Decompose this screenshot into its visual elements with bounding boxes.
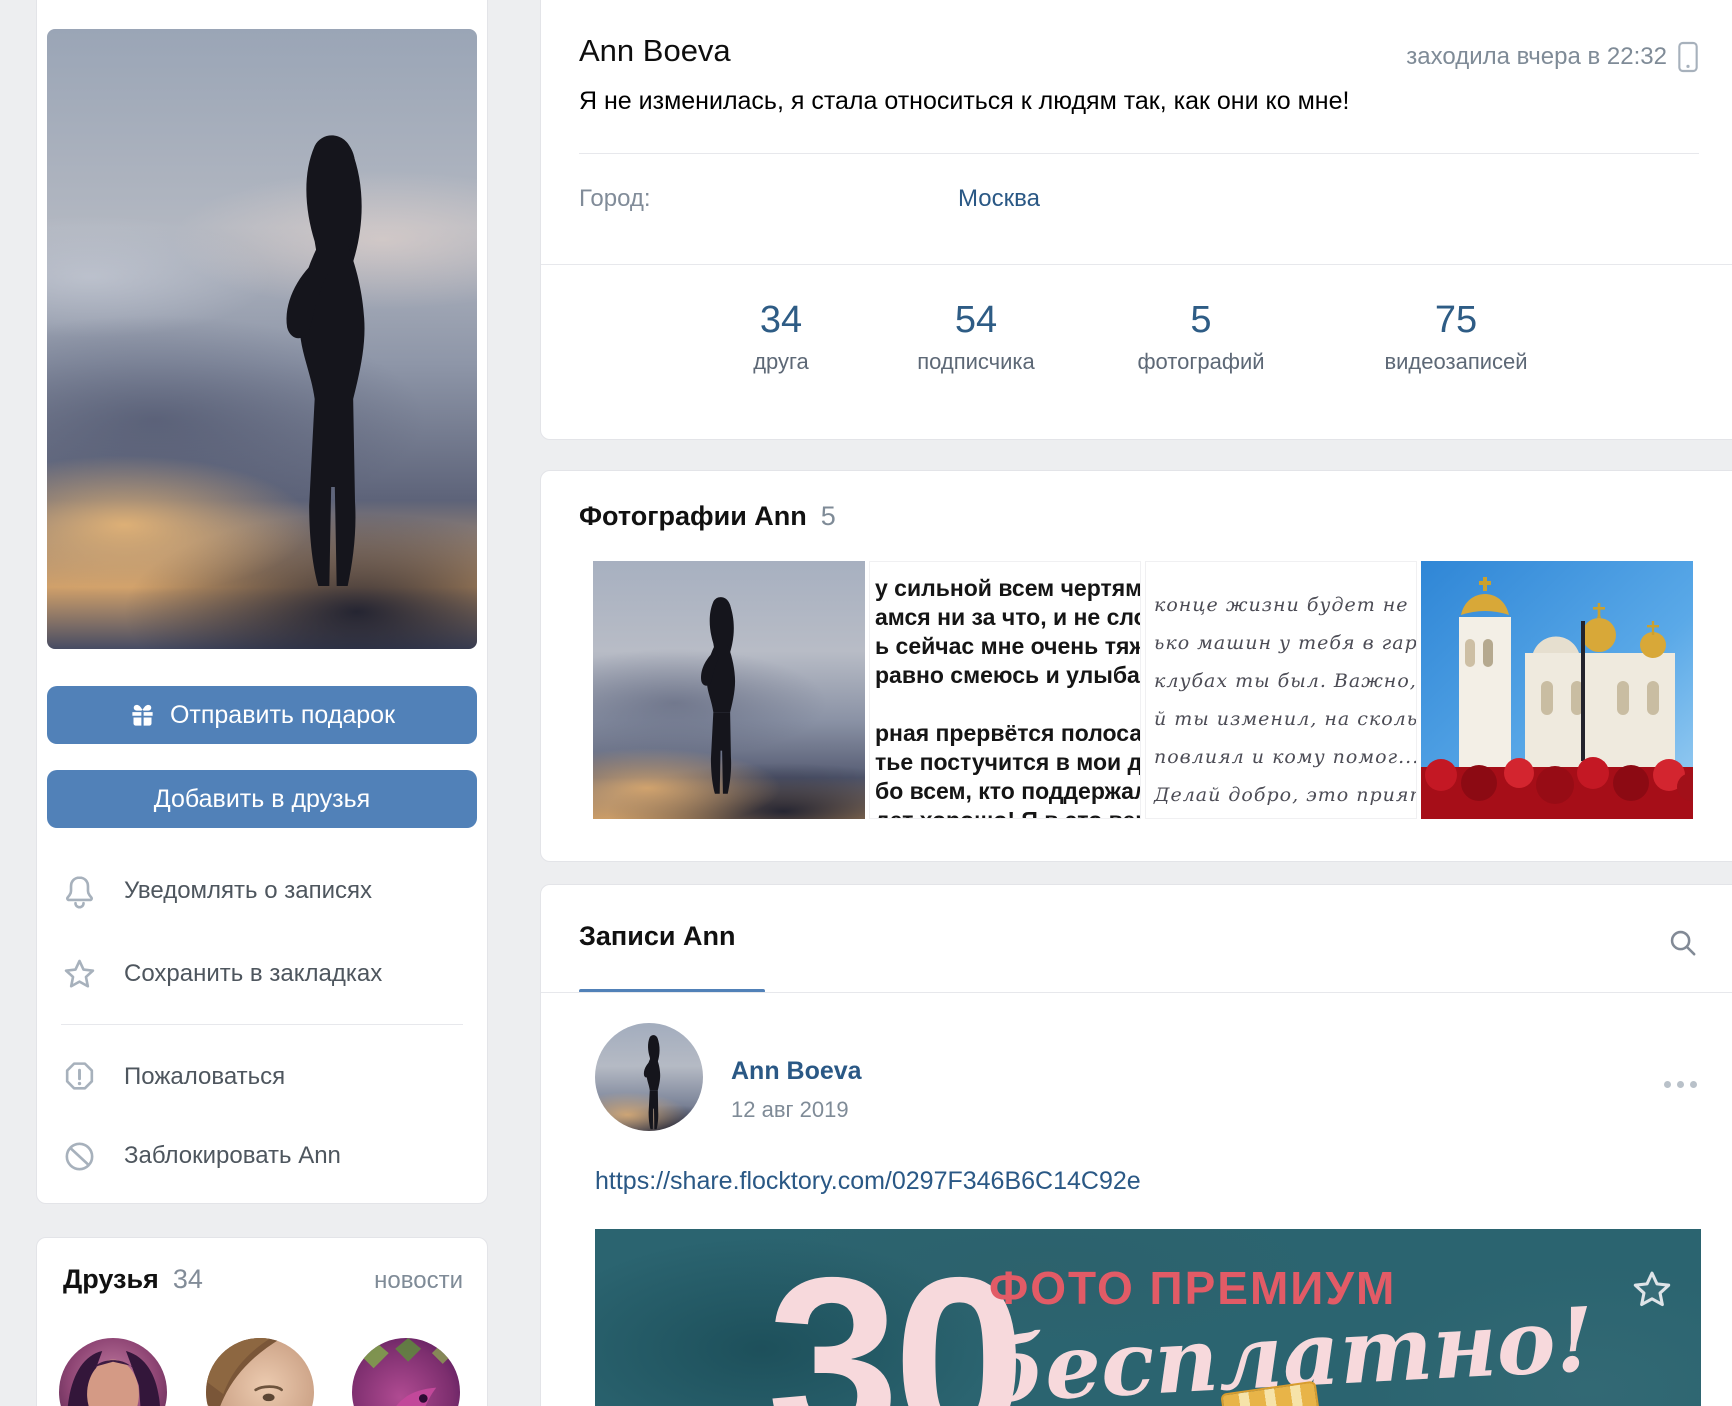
menu-item-report[interactable]: Пожаловаться xyxy=(61,1049,463,1105)
last-seen-text: заходила вчера в 22:32 xyxy=(1406,43,1667,71)
menu-item-bookmark-label: Сохранить в закладках xyxy=(124,960,382,988)
block-icon xyxy=(61,1138,98,1175)
favorite-star-icon[interactable] xyxy=(1629,1267,1675,1313)
photo-thumbnail-silhouette[interactable] xyxy=(593,561,865,819)
post-shared-link[interactable]: https://share.flocktory.com/0297F346B6C1… xyxy=(595,1167,1141,1196)
post-author-avatar[interactable] xyxy=(595,1023,703,1131)
photos-section-card: Фотографии Ann 5 у сильной всем чертям н… xyxy=(540,470,1732,862)
gift-icon xyxy=(129,702,156,729)
mobile-phone-icon xyxy=(1677,41,1699,73)
wall-header: Записи Ann xyxy=(579,921,735,952)
friends-news-link[interactable]: новости xyxy=(374,1267,463,1295)
post-date[interactable]: 12 авг 2019 xyxy=(731,1097,849,1123)
sidebar-divider xyxy=(61,1024,463,1025)
friend-avatar[interactable] xyxy=(352,1338,460,1406)
photo-thumbnail-handwriting[interactable]: конце жизни будет не важ ько машин у теб… xyxy=(1145,561,1417,819)
counter-videos[interactable]: 75 видеозаписей xyxy=(1346,297,1566,375)
quote-line: у сильной всем чертям наз xyxy=(875,574,1140,603)
handwriting-line: й ты изменил, на скольких xyxy=(1154,700,1416,738)
add-friend-button[interactable]: Добавить в друзья xyxy=(47,770,477,828)
wall-section-card: Записи Ann Ann Boeva 12 авг 2019 https:/… xyxy=(540,884,1732,1406)
counter-friends-label: друга xyxy=(671,349,891,375)
counter-photos-value: 5 xyxy=(1091,297,1311,343)
city-label: Город: xyxy=(579,185,651,213)
photos-count: 5 xyxy=(821,501,836,532)
counter-followers-label: подписчика xyxy=(866,349,1086,375)
photo-thumbnail-cathedral[interactable] xyxy=(1421,561,1693,819)
friend-avatar-image xyxy=(352,1338,460,1406)
menu-item-block-label: Заблокировать Ann xyxy=(124,1142,341,1170)
send-gift-label: Отправить подарок xyxy=(170,701,395,730)
quote-line: рная прервётся полоса, xyxy=(875,719,1140,748)
cathedral-image xyxy=(1421,561,1693,819)
friend-avatar[interactable] xyxy=(59,1338,167,1406)
counter-videos-label: видеозаписей xyxy=(1346,349,1566,375)
menu-item-bookmark[interactable]: Сохранить в закладках xyxy=(61,946,463,1002)
divider xyxy=(541,992,1732,993)
handwriting-line: ько машин у тебя в гараже xyxy=(1154,624,1416,662)
counter-videos-value: 75 xyxy=(1346,297,1566,343)
post-author-link[interactable]: Ann Boeva xyxy=(731,1057,862,1086)
woman-silhouette xyxy=(673,575,769,811)
friend-avatar-image xyxy=(206,1338,314,1406)
menu-item-block[interactable]: Заблокировать Ann xyxy=(61,1128,463,1184)
woman-silhouette xyxy=(223,65,443,645)
menu-item-notify[interactable]: Уведомлять о записях xyxy=(61,863,463,919)
photos-title[interactable]: Фотографии Ann xyxy=(579,501,807,532)
quote-line: равно смеюсь и улыбаюсь xyxy=(875,661,1140,690)
counter-followers-value: 54 xyxy=(866,297,1086,343)
handwriting-line: конце жизни будет не важ xyxy=(1154,586,1416,624)
quote-line: бо всем, кто поддержал м xyxy=(875,777,1140,806)
quote-line: ь сейчас мне очень тяжел xyxy=(875,632,1140,661)
woman-silhouette xyxy=(631,1031,677,1131)
star-icon xyxy=(61,956,98,993)
friends-header: Друзья 34 новости xyxy=(63,1264,463,1295)
profile-actions-card: Отправить подарок Добавить в друзья Увед… xyxy=(36,0,488,1204)
last-seen: заходила вчера в 22:32 xyxy=(1406,41,1699,73)
send-gift-button[interactable]: Отправить подарок xyxy=(47,686,477,744)
friends-count: 34 xyxy=(173,1264,203,1295)
counter-photos[interactable]: 5 фотографий xyxy=(1091,297,1311,375)
friends-card: Друзья 34 новости xyxy=(36,1237,488,1406)
friend-avatar[interactable] xyxy=(206,1338,314,1406)
photo-thumbnail-quote-text[interactable]: у сильной всем чертям наз амся ни за что… xyxy=(869,561,1141,819)
post-actions-menu[interactable] xyxy=(1664,1081,1697,1088)
counter-friends-value: 34 xyxy=(671,297,891,343)
menu-item-report-label: Пожаловаться xyxy=(124,1063,285,1091)
search-icon[interactable] xyxy=(1667,927,1699,959)
report-icon xyxy=(61,1059,98,1096)
profile-name: Ann Boeva xyxy=(579,33,731,69)
counter-photos-label: фотографий xyxy=(1091,349,1311,375)
status-text[interactable]: Я не изменилась, я стала относиться к лю… xyxy=(579,87,1349,116)
friends-title[interactable]: Друзья xyxy=(63,1264,159,1295)
handwriting-line: Делай добро, это приятно xyxy=(1154,776,1416,814)
menu-item-notify-label: Уведомлять о записях xyxy=(124,877,372,905)
divider xyxy=(579,153,1699,154)
profile-header-card: Ann Boeva заходила вчера в 22:32 Я не из… xyxy=(540,0,1732,440)
photos-header: Фотографии Ann 5 xyxy=(579,501,836,532)
city-link[interactable]: Москва xyxy=(958,185,1040,213)
divider xyxy=(541,264,1732,265)
add-friend-label: Добавить в друзья xyxy=(154,785,370,814)
quote-line: тье постучится в мои две xyxy=(875,748,1140,777)
post-banner-image[interactable]: 30 ФОТО ПРЕМИУМ бесплатно! xyxy=(595,1229,1701,1406)
bell-icon xyxy=(61,873,98,910)
profile-photo[interactable] xyxy=(47,29,477,649)
quote-line: дет хорошо! Я в это верю xyxy=(875,806,1140,819)
wall-title[interactable]: Записи Ann xyxy=(579,921,735,952)
counter-followers[interactable]: 54 подписчика xyxy=(866,297,1086,375)
counter-friends[interactable]: 34 друга xyxy=(671,297,891,375)
handwriting-line: повлиял и кому помог... xyxy=(1154,738,1416,776)
vk-profile-page: Отправить подарок Добавить в друзья Увед… xyxy=(0,0,1732,1406)
photo-thumbnails-row: у сильной всем чертям наз амся ни за что… xyxy=(593,561,1693,819)
handwriting-line: клубах ты был. Важно, ск xyxy=(1154,662,1416,700)
friend-avatar-image xyxy=(59,1338,167,1406)
quote-line: амся ни за что, и не слома xyxy=(875,603,1140,632)
